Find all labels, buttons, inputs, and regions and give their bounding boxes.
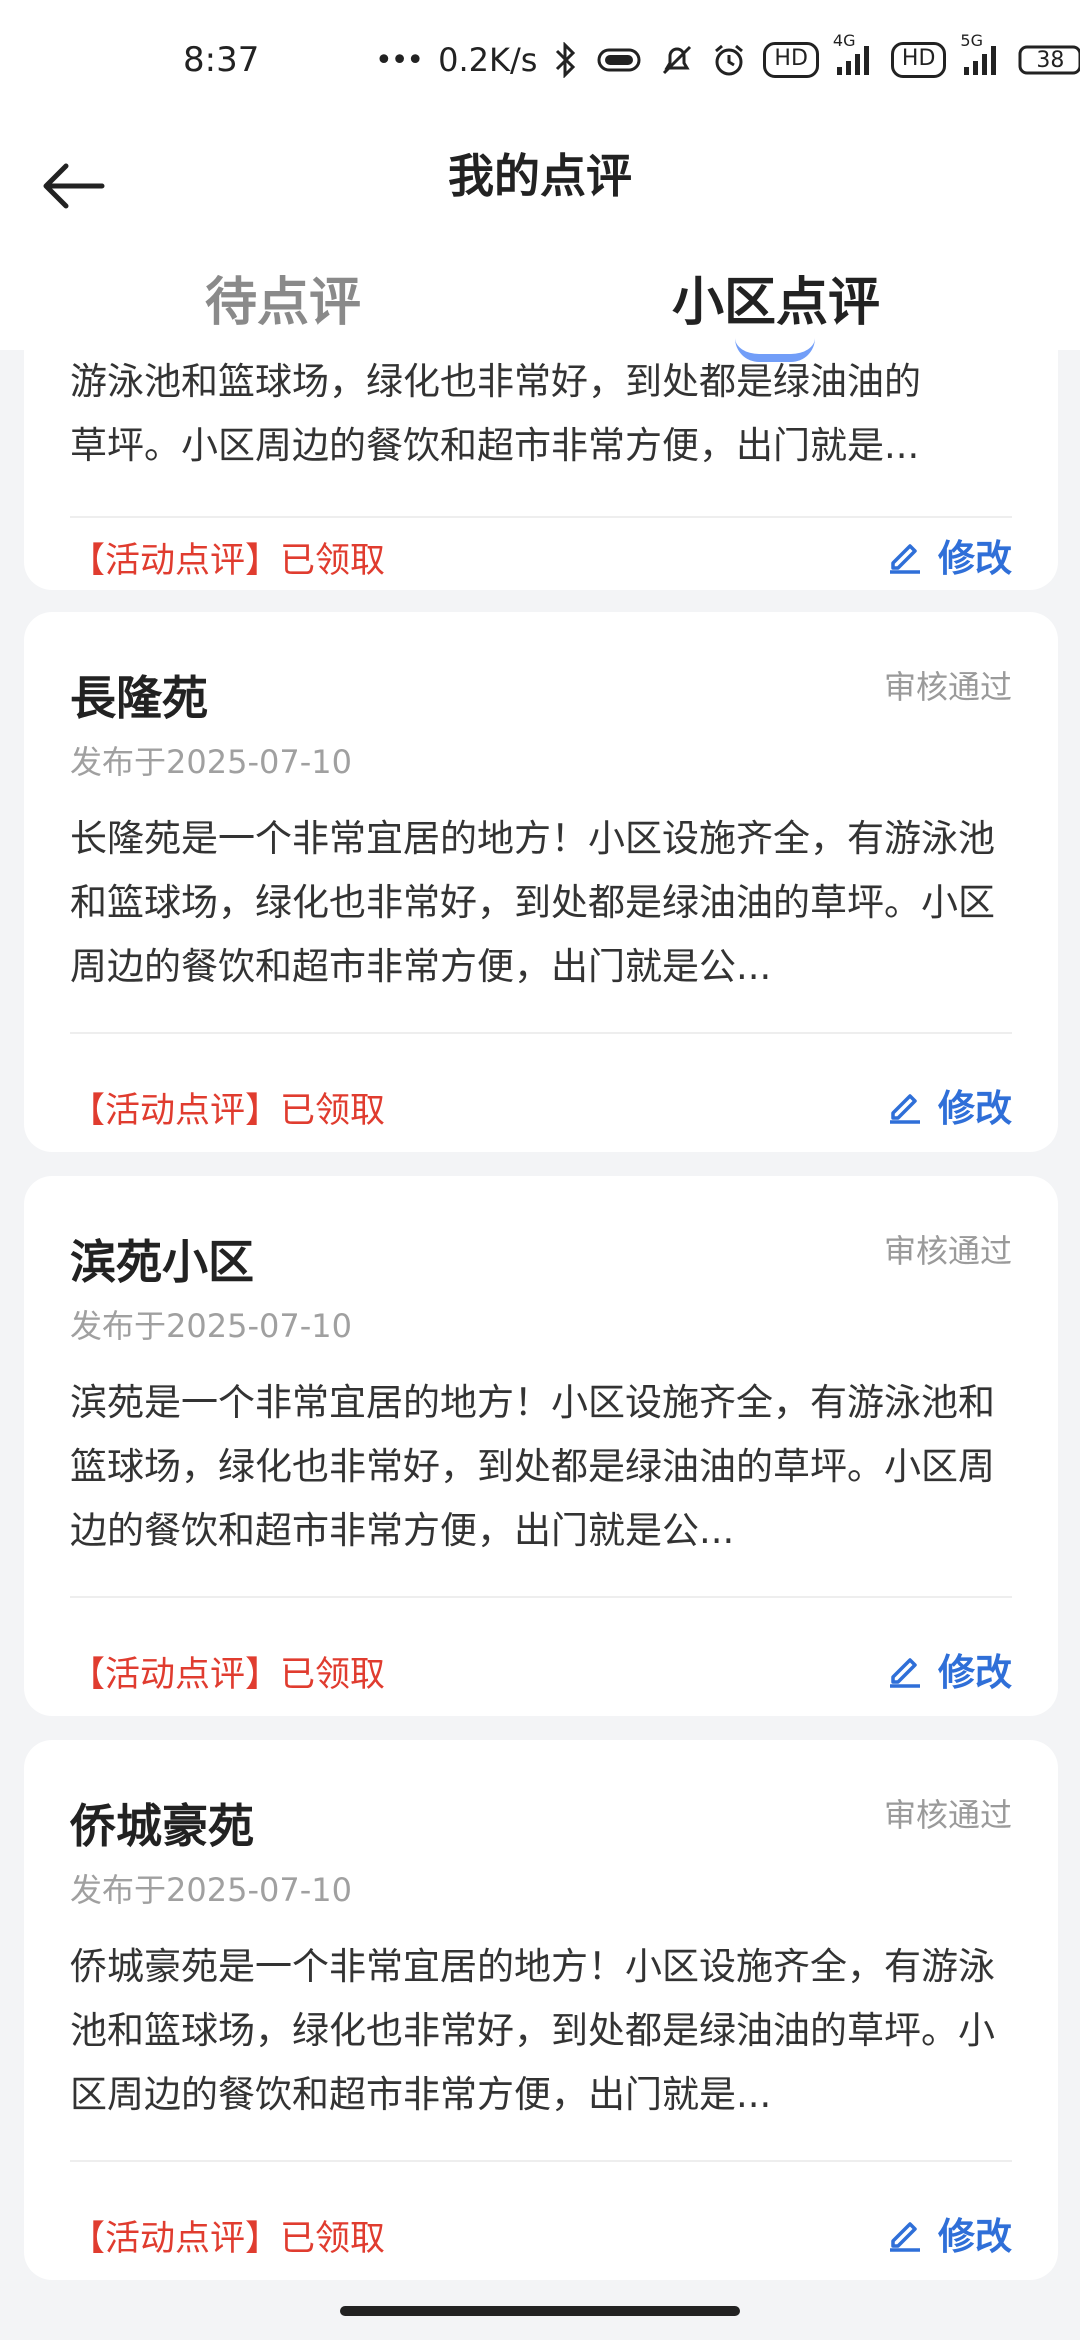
hd-badge-2: HD [890,42,947,78]
network-type-label-2: 5G [960,31,983,50]
edit-button[interactable]: 修改 [886,1642,1012,1696]
card-divider [70,1596,1012,1598]
edit-label: 修改 [938,1087,1012,1130]
review-text: 长隆苑是一个非常宜居的地方！小区设施齐全，有游泳池和篮球场，绿化也非常好，到处都… [70,817,995,988]
edit-button[interactable]: 修改 [886,1078,1012,1132]
edit-label: 修改 [938,1651,1012,1694]
page-header: 我的点评 待点评 小区点评 [0,120,1080,362]
status-bar: 8:37 ••• 0.2K/s HD 4G HD 5G 38 [0,0,1080,120]
activity-tag: 【活动点评】已领取 [70,1655,386,1695]
publish-date: 发布于2025-07-10 [70,1307,352,1345]
community-name: 侨城豪苑 [70,1799,254,1853]
publish-date: 发布于2025-07-10 [70,1871,352,1909]
card-divider [70,2160,1012,2162]
review-status: 审核通过 [883,1796,1012,1834]
community-name: 長隆苑 [70,671,208,725]
network-speed: 0.2K/s [438,41,538,79]
battery-icon: 38 [1018,44,1080,76]
edit-pen-icon [890,544,920,574]
status-time: 8:37 [183,40,260,80]
edit-pen-icon [890,1658,920,1688]
activity-tag: 【活动点评】已领取 [70,541,386,581]
review-text: 滨苑是一个非常宜居的地方！小区设施齐全，有游泳池和篮球场，绿化也非常好，到处都是… [70,1381,995,1552]
review-text: 游泳池和篮球场，绿化也非常好，到处都是绿油油的 草坪。小区周边的餐饮和超市非常方… [70,350,1030,478]
community-name: 滨苑小区 [70,1235,254,1289]
review-text: 侨城豪苑是一个非常宜居的地方！小区设施齐全，有游泳池和篮球场，绿化也非常好，到处… [70,1945,995,2116]
review-card: 滨苑小区 审核通过 发布于2025-07-10 滨苑是一个非常宜居的地方！小区设… [24,1176,1058,1716]
card-divider [70,516,1012,518]
review-text-line: 草坪。小区周边的餐饮和超市非常方便，出门就是... [70,424,920,467]
edit-button[interactable]: 修改 [886,2206,1012,2260]
network-type-label: 4G [832,31,856,50]
review-text-line: 游泳池和篮球场，绿化也非常好，到处都是绿油油的 [70,360,921,403]
publish-date: 发布于2025-07-10 [70,743,352,781]
edit-pen-icon [890,2222,920,2252]
more-dots-icon: ••• [375,42,424,78]
tab-bar: 待点评 小区点评 [0,240,1080,362]
vibrate-icon [595,45,643,75]
activity-tag: 【活动点评】已领取 [70,2219,386,2259]
edit-pen-icon [890,1094,920,1124]
signal-4g-icon: 4G [833,31,875,77]
review-status: 审核通过 [883,1232,1012,1270]
tab-pending-review[interactable]: 待点评 [205,260,361,335]
edit-label: 修改 [938,537,1012,580]
active-tab-indicator [735,338,815,362]
edit-label: 修改 [938,2215,1012,2258]
home-indicator[interactable] [340,2306,740,2316]
review-card: 長隆苑 审核通过 发布于2025-07-10 长隆苑是一个非常宜居的地方！小区设… [24,612,1058,1152]
review-card: 侨城豪苑 审核通过 发布于2025-07-10 侨城豪苑是一个非常宜居的地方！小… [24,1740,1058,2280]
bluetooth-icon [553,42,579,78]
activity-tag: 【活动点评】已领取 [70,1091,386,1131]
battery-level: 38 [1036,47,1065,73]
page-title: 我的点评 [448,149,632,203]
card-divider [70,1032,1012,1034]
review-list[interactable]: 游泳池和篮球场，绿化也非常好，到处都是绿油油的 草坪。小区周边的餐饮和超市非常方… [0,350,1080,2340]
review-status: 审核通过 [883,668,1012,706]
tab-community-review[interactable]: 小区点评 [672,260,880,335]
hd-badge: HD [763,42,819,78]
review-card-partial: 游泳池和篮球场，绿化也非常好，到处都是绿油油的 草坪。小区周边的餐饮和超市非常方… [24,350,1058,590]
mute-bell-icon [659,42,695,78]
alarm-icon [711,42,747,78]
status-icons: ••• 0.2K/s HD 4G HD 5G 38 [375,31,1080,82]
signal-5g-icon: 5G [960,31,1002,77]
edit-button[interactable]: 修改 [886,528,1012,582]
